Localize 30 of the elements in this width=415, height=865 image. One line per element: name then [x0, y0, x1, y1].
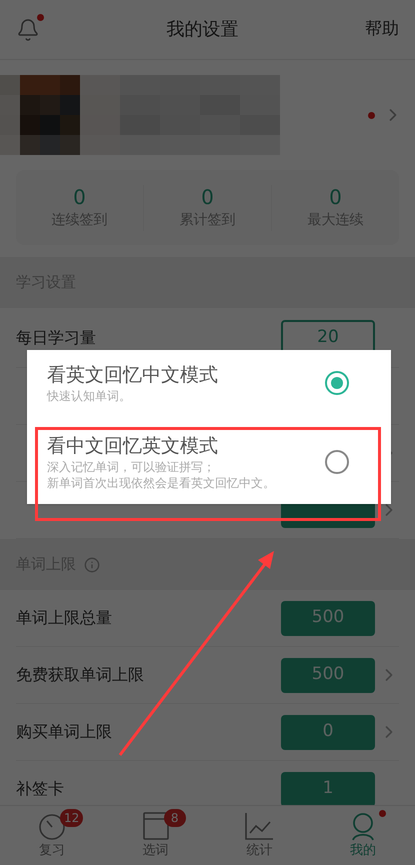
page-title: 我的设置 — [166, 18, 238, 42]
value-button[interactable]: 1 — [281, 772, 375, 806]
info-icon[interactable] — [84, 556, 100, 572]
help-link[interactable]: 帮助 — [365, 16, 399, 42]
row-label: 免费获取单词上限 — [16, 665, 144, 685]
stat-value: 0 — [73, 184, 86, 210]
option-description: 快速认知单词。 — [47, 388, 132, 405]
settings-row[interactable]: 单词上限总量 500 — [16, 590, 399, 647]
radio-button[interactable] — [325, 371, 349, 396]
settings-row[interactable]: 购买单词上限 0 — [16, 704, 399, 761]
settings-row[interactable]: 免费获取单词上限 500 — [16, 647, 399, 704]
row-label: 每日学习量 — [16, 328, 96, 348]
count-badge: 12 — [60, 809, 84, 827]
row-label: 购买单词上限 — [16, 722, 112, 742]
row-label: 补签卡 — [16, 779, 64, 799]
value-button[interactable]: 0 — [281, 714, 375, 750]
row-label: 单词上限总量 — [16, 608, 112, 628]
notebook-icon — [142, 810, 170, 841]
stat-value: 0 — [329, 184, 342, 210]
radio-button[interactable] — [325, 450, 349, 474]
bell-icon[interactable] — [16, 18, 40, 42]
option-row[interactable]: 看中文回忆英文模式 深入记忆单词，可以验证拼写； 新单词首次出现依然会是看英文回忆中文。 — [27, 418, 391, 500]
option-description: 深入记忆单词，可以验证拼写； — [47, 458, 216, 476]
line-chart-icon — [244, 810, 274, 841]
value-button[interactable]: 500 — [281, 600, 375, 636]
count-badge: 8 — [164, 809, 186, 827]
option-description: 新单词首次出现依然会是看英文回忆中文。 — [47, 475, 275, 492]
value-button[interactable]: 500 — [281, 658, 375, 692]
stat-value: 0 — [201, 184, 214, 210]
option-title: 看中文回忆英文模式 — [47, 434, 219, 459]
